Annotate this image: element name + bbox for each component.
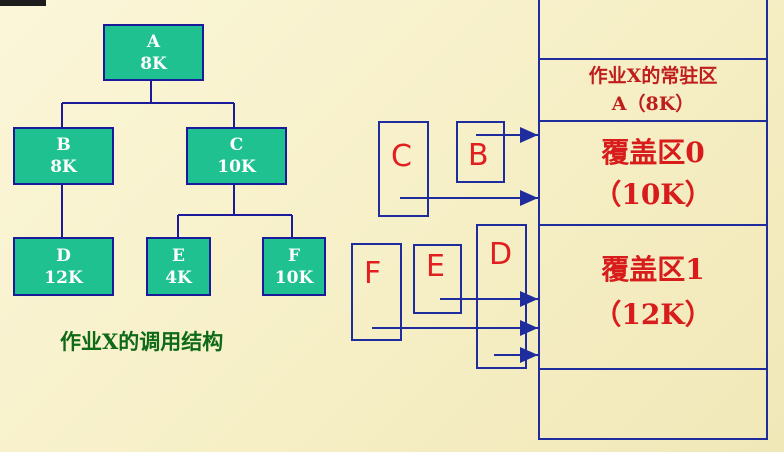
node-d-size: 12K [44,267,83,288]
node-f: F 10K [262,237,326,296]
overlay1-title: 覆盖区1 [601,253,705,286]
node-e-name: E [172,245,185,266]
resident-title: 作业X的常驻区 [588,65,718,87]
node-b: B 8K [13,127,114,185]
node-a-size: 8K [140,53,167,74]
tree-caption: 作业X的调用结构 [60,329,224,354]
node-b-size: 8K [50,157,77,177]
overlay1-size: （12K） [593,298,713,331]
module-label-d: D [489,237,513,272]
node-d: D 12K [13,237,114,296]
node-c-name: C [229,135,244,155]
node-d-name: D [56,245,71,266]
node-e-size: 4K [165,267,192,288]
module-label-c: C [391,139,412,174]
memory-bottom-area [538,368,768,440]
node-c-size: 10K [217,157,256,177]
overlay0-title: 覆盖区0 [601,136,705,169]
resident-subtitle: A（8K） [611,93,695,115]
node-c: C 10K [186,127,287,185]
node-b-name: B [56,135,71,155]
node-e: E 4K [146,237,211,296]
module-label-b: B [468,138,489,173]
module-label-f: F [364,256,382,291]
memory-top-area [538,0,768,60]
module-label-e: E [426,249,445,284]
node-f-name: F [287,245,301,266]
node-a: A 8K [103,24,204,81]
node-f-size: 10K [274,267,314,288]
node-a-name: A [146,31,161,52]
overlay0-size: （10K） [593,178,713,211]
